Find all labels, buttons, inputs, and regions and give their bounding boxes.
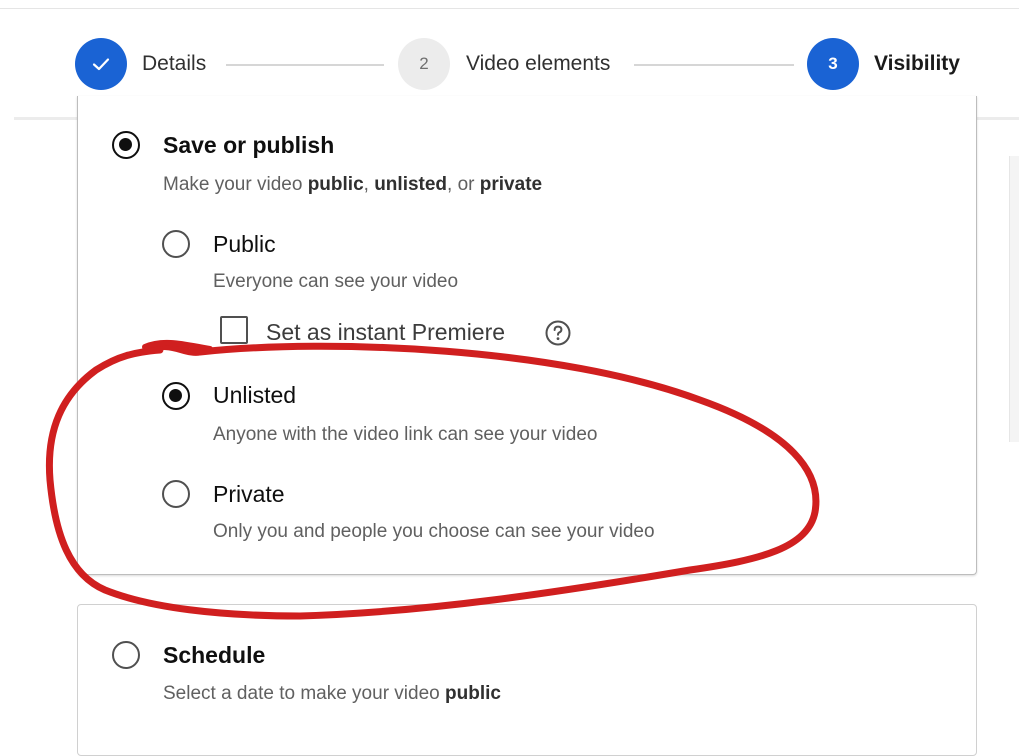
schedule-title: Schedule [163, 642, 266, 668]
schedule-radio[interactable] [112, 641, 140, 669]
step-details-circle[interactable] [75, 38, 127, 90]
save-or-publish-description: Make your video public, unlisted, or pri… [163, 174, 543, 195]
step-video-elements-circle[interactable]: 2 [398, 38, 450, 90]
step-connector [634, 64, 794, 66]
unlisted-radio[interactable] [162, 382, 190, 410]
save-or-publish-title: Save or publish [163, 132, 335, 158]
step-visibility-label[interactable]: Visibility [874, 52, 960, 76]
save-or-publish-radio[interactable] [112, 131, 140, 159]
public-label[interactable]: Public [213, 231, 276, 258]
help-circle-icon[interactable] [544, 319, 572, 347]
step-connector [226, 64, 384, 66]
private-radio[interactable] [162, 480, 190, 508]
unlisted-description: Anyone with the video link can see your … [213, 424, 598, 445]
top-divider [0, 8, 1019, 9]
save-or-publish-card [77, 96, 977, 575]
public-radio[interactable] [162, 230, 190, 258]
step-details-label[interactable]: Details [142, 52, 206, 76]
schedule-card [77, 604, 977, 756]
unlisted-label[interactable]: Unlisted [213, 382, 296, 409]
instant-premiere-label[interactable]: Set as instant Premiere [266, 319, 505, 346]
check-icon [92, 58, 110, 71]
schedule-description: Select a date to make your video public [163, 683, 501, 704]
private-label[interactable]: Private [213, 481, 285, 508]
side-panel-edge [1009, 156, 1019, 442]
instant-premiere-checkbox[interactable] [220, 316, 248, 344]
upload-stepper: Details 2 Video elements 3 Visibility [0, 28, 1019, 100]
step-visibility-circle[interactable]: 3 [807, 38, 859, 90]
public-description: Everyone can see your video [213, 271, 459, 292]
private-description: Only you and people you choose can see y… [213, 521, 655, 542]
step-video-elements-label[interactable]: Video elements [466, 52, 610, 76]
